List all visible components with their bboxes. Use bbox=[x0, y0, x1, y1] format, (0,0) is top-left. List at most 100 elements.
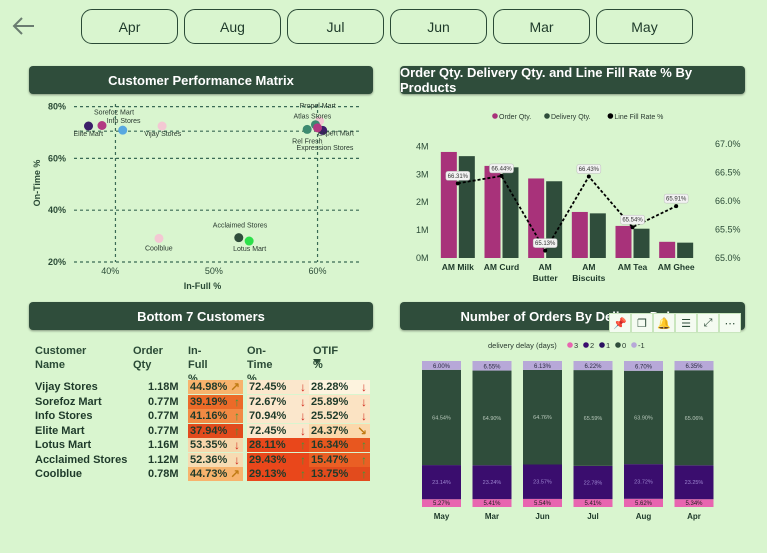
line-point bbox=[630, 225, 635, 230]
scatter-point bbox=[84, 121, 94, 131]
scatter-point bbox=[97, 120, 107, 130]
y-tick-label: 40% bbox=[48, 205, 66, 215]
cell-qty: 0.77M bbox=[148, 424, 183, 438]
cell-value: 28.28% bbox=[311, 381, 349, 393]
legend-marker bbox=[631, 342, 637, 348]
month-button-aug[interactable]: Aug bbox=[184, 9, 281, 44]
legend-marker bbox=[544, 113, 550, 119]
trend-arrow-icon: ↗ bbox=[229, 380, 240, 394]
table-row[interactable]: Info Stores 0.77M 41.16% ↑ 70.94% ↓ 25.52% ↓ bbox=[33, 409, 373, 423]
x-tick-label: 60% bbox=[309, 266, 327, 276]
cell-value: 37.94% bbox=[190, 424, 228, 437]
month-button-may[interactable]: May bbox=[596, 9, 693, 44]
alert-bell-icon[interactable]: 🔔 bbox=[653, 313, 675, 333]
filter-icon[interactable]: ☰ bbox=[675, 313, 697, 333]
x-tick-label: May bbox=[434, 512, 450, 521]
matrix-title: Customer Performance Matrix bbox=[29, 66, 373, 94]
month-button-mar[interactable]: Mar bbox=[493, 9, 590, 44]
customer-performance-scatter: 80% 60% 40% 20% 40% 50% 60% In-Full % On-Time % S… bbox=[32, 102, 359, 291]
month-button-jul[interactable]: Jul bbox=[287, 9, 384, 44]
trend-arrow-icon: ↓ bbox=[300, 423, 306, 438]
table-row[interactable]: Elite Mart 0.77M 37.94% ↑ 72.45% ↓ 24.37% ↘ bbox=[33, 423, 373, 438]
cell-value: 44.98% bbox=[190, 381, 228, 393]
segment-label: 64.76% bbox=[533, 415, 552, 421]
cell-value: 70.94% bbox=[249, 410, 287, 422]
copy-icon[interactable]: ❐ bbox=[631, 313, 653, 333]
cell-value: 0.77M bbox=[148, 395, 179, 408]
x-tick-label: Biscuits bbox=[572, 273, 605, 283]
focus-mode-icon[interactable]: ⤢ bbox=[697, 313, 719, 333]
cell-ontime: 70.94% ↓ bbox=[247, 409, 309, 423]
trend-arrow-icon: ↘ bbox=[356, 423, 367, 438]
cell-value: 72.45% bbox=[249, 381, 287, 393]
point-label: Lotus Mart bbox=[233, 246, 266, 253]
table-row[interactable]: Coolblue 0.78M 44.73% ↗ 29.13% ↑ 13.75% ↑ bbox=[33, 467, 373, 481]
x-tick-label: Apr bbox=[687, 512, 701, 521]
line-point bbox=[586, 174, 591, 179]
legend-marker bbox=[583, 342, 589, 348]
bar-order-qty bbox=[440, 151, 457, 258]
trend-arrow-icon: ↓ bbox=[300, 380, 306, 394]
more-options-icon[interactable]: ⋯ bbox=[719, 313, 741, 333]
legend-label: -1 bbox=[638, 341, 645, 350]
segment-label: 64.54% bbox=[432, 415, 451, 421]
cell-name: Elite Mart bbox=[35, 424, 130, 438]
cell-value: 29.43% bbox=[249, 453, 287, 466]
trend-arrow-icon: ↗ bbox=[229, 467, 240, 481]
header-customer-name[interactable]: Customer Name bbox=[35, 344, 86, 372]
cell-value: 44.73% bbox=[190, 468, 228, 480]
month-button-jun[interactable]: Jun bbox=[390, 9, 487, 44]
scatter-point bbox=[154, 233, 164, 243]
x-tick-label: AM Milk bbox=[442, 262, 474, 272]
trend-arrow-icon: ↑ bbox=[234, 409, 240, 423]
cell-infull: 53.35% ↓ bbox=[188, 438, 243, 452]
table-row[interactable]: Lotus Mart 1.16M 53.35% ↓ 28.11% ↑ 16.34% ↑ bbox=[33, 438, 373, 452]
x-tick-label: Mar bbox=[485, 512, 499, 521]
table-row[interactable]: Vijay Stores 1.18M 44.98% ↗ 72.45% ↓ 28.28% ↓ bbox=[33, 380, 373, 394]
cell-value: 24.37% bbox=[311, 424, 349, 437]
segment-label: 6.13% bbox=[534, 364, 552, 370]
cell-value: 72.45% bbox=[249, 424, 287, 437]
point-label: Vijay Stores bbox=[144, 131, 182, 138]
legend-label: 2 bbox=[590, 341, 594, 350]
cell-name: Info Stores bbox=[35, 409, 130, 423]
cell-value: 0.78M bbox=[148, 468, 179, 480]
trend-arrow-icon: ↓ bbox=[361, 394, 367, 409]
cell-ontime: 72.67% ↓ bbox=[247, 394, 309, 409]
cell-value: Vijay Stores bbox=[35, 381, 98, 393]
pin-icon[interactable]: 📌 bbox=[609, 313, 631, 333]
cell-name: Vijay Stores bbox=[35, 380, 130, 394]
cell-qty: 0.77M bbox=[148, 409, 183, 423]
cell-otif: 25.52% ↓ bbox=[309, 409, 370, 423]
cell-value: 28.11% bbox=[249, 439, 286, 451]
segment-label: 63.90% bbox=[634, 415, 653, 421]
back-arrow-icon[interactable] bbox=[10, 12, 38, 40]
trend-arrow-icon: ↑ bbox=[361, 452, 367, 467]
cell-infull: 39.19% ↑ bbox=[188, 394, 243, 409]
legend-label: Delivery Qty. bbox=[551, 114, 591, 121]
legend-label: 0 bbox=[622, 341, 626, 350]
line-data-label: 66.44% bbox=[491, 166, 512, 172]
legend-marker bbox=[492, 113, 498, 119]
bottom-customers-title: Bottom 7 Customers bbox=[29, 302, 373, 330]
table-row[interactable]: Acclaimed Stores 1.12M 52.36% ↓ 29.43% ↑ 15.47… bbox=[33, 452, 373, 467]
cell-ontime: 72.45% ↓ bbox=[247, 380, 309, 394]
segment-label: 23.25% bbox=[685, 480, 704, 486]
month-button-apr[interactable]: Apr bbox=[81, 9, 178, 44]
line-data-label: 65.13% bbox=[535, 241, 556, 247]
header-order-qty[interactable]: Order Qty bbox=[133, 344, 173, 372]
table-row[interactable]: Sorefoz Mart 0.77M 39.19% ↑ 72.67% ↓ 25.89% ↓ bbox=[33, 394, 373, 409]
trend-arrow-icon: ↑ bbox=[361, 467, 367, 481]
trend-arrow-icon: ↓ bbox=[361, 409, 367, 423]
scatter-point bbox=[234, 233, 244, 243]
sort-desc-icon[interactable] bbox=[313, 359, 321, 365]
cell-value: 1.18M bbox=[148, 381, 179, 393]
cell-value: Info Stores bbox=[35, 410, 93, 422]
bar-order-qty bbox=[659, 241, 676, 258]
header-otif[interactable]: OTIF % bbox=[313, 344, 338, 372]
segment-label: 22.78% bbox=[584, 480, 603, 486]
segment-label: 5.54% bbox=[534, 501, 552, 507]
cell-value: 25.89% bbox=[311, 395, 349, 408]
bar-order-qty bbox=[615, 225, 632, 258]
cell-qty: 0.78M bbox=[148, 467, 183, 481]
